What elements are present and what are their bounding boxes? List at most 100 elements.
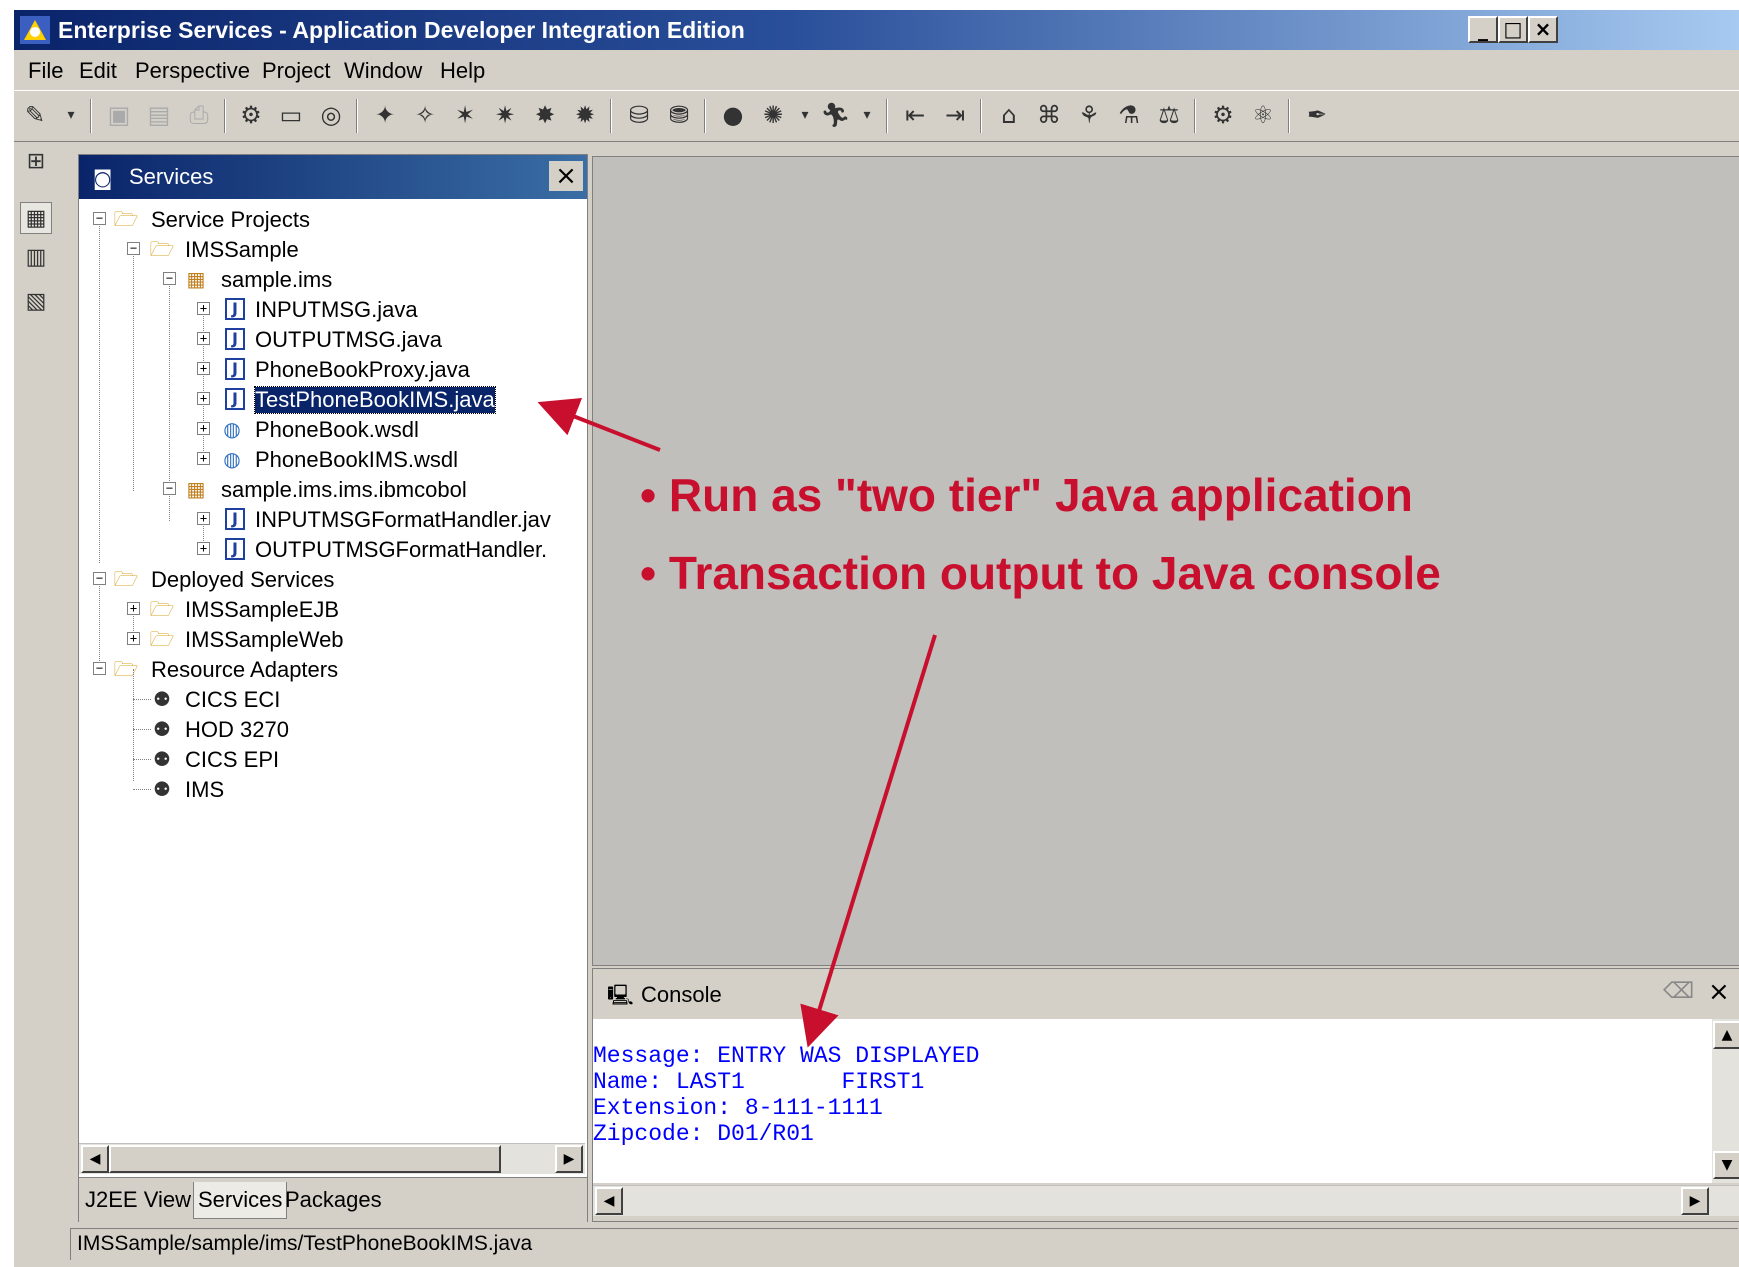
next-icon[interactable]: ⇥ [940,100,970,130]
tree-node-adapter[interactable]: ⚉ CICS EPI [79,745,579,775]
close-button[interactable]: × [1528,16,1558,43]
pen-icon[interactable]: ✒ [1302,100,1332,130]
console-horizontal-scrollbar[interactable]: ◀ ▶ [593,1185,1739,1216]
wizard2-icon[interactable]: ✧ [410,100,440,130]
new-dropdown-icon[interactable]: ▾ [56,100,86,130]
tree-node-adapter[interactable]: ⚉ CICS ECI [79,685,579,715]
console-vertical-scrollbar[interactable]: ▲ ▼ [1712,1019,1739,1183]
tool3-icon[interactable]: ⚘ [1074,100,1104,130]
expand-icon[interactable]: + [197,362,210,375]
console-output[interactable]: Message: ENTRY WAS DISPLAYED Name: LAST1… [593,1019,1712,1183]
tree-node-package-ibmcobol[interactable]: − ▦ sample.ims.ims.ibmcobol [79,475,579,505]
scroll-up-icon[interactable]: ▲ [1713,1021,1739,1049]
j2ee-perspective-icon[interactable]: ▥ [20,242,52,274]
collapse-icon[interactable]: − [163,272,176,285]
tree-node-file[interactable]: + J PhoneBookProxy.java [79,355,579,385]
expand-icon[interactable]: + [197,512,210,525]
run-dropdown-icon[interactable]: ▾ [852,100,882,130]
tree-node-deployed-services[interactable]: − 🗁︎ Deployed Services [79,565,579,595]
open-editor-icon[interactable]: ▭ [276,100,306,130]
expand-icon[interactable]: + [127,632,140,645]
expand-icon[interactable]: + [197,452,210,465]
scroll-right-icon[interactable]: ▶ [1681,1187,1709,1215]
clear-console-icon[interactable]: ⌫ [1663,979,1694,1004]
debug-dropdown-icon[interactable]: ▾ [790,100,820,130]
debug-icon[interactable]: ✺ [758,100,788,130]
run-icon[interactable]: 🏃︎ [820,100,850,130]
server-icon[interactable]: ● [718,100,748,130]
tool1-icon[interactable]: ⌂ [994,100,1024,130]
tool4-icon[interactable]: ⚗ [1114,100,1144,130]
tool6-icon[interactable]: ⚙ [1208,100,1238,130]
tree-horizontal-scrollbar[interactable]: ◀ ▶ [79,1143,585,1174]
expand-icon[interactable]: + [197,332,210,345]
scroll-right-icon[interactable]: ▶ [555,1145,583,1173]
minimize-button[interactable]: _ [1468,16,1498,43]
tool2-icon[interactable]: ⌘ [1034,100,1064,130]
tab-j2ee-view[interactable]: J2EE View [81,1182,195,1218]
menu-project[interactable]: Project [262,58,330,84]
collapse-icon[interactable]: − [93,212,106,225]
tool5-icon[interactable]: ⚖ [1154,100,1184,130]
tab-packages[interactable]: Packages [281,1182,386,1218]
deploy-icon[interactable]: ⛁ [624,100,654,130]
collapse-icon[interactable]: − [93,572,106,585]
title-bar[interactable]: Enterprise Services - Application Develo… [14,10,1739,50]
tab-services[interactable]: Services [193,1182,288,1219]
menu-help[interactable]: Help [440,58,485,84]
tree-node-adapter[interactable]: ⚉ HOD 3270 [79,715,579,745]
menu-window[interactable]: Window [344,58,422,84]
menu-perspective[interactable]: Perspective [135,58,250,84]
new-wizard-icon[interactable]: ✎ [20,100,50,130]
wizard5-icon[interactable]: ✸ [530,100,560,130]
tree-node-adapter[interactable]: ⚉ IMS [79,775,579,805]
tree-node-deployed[interactable]: + 🗁︎ IMSSampleEJB [79,595,579,625]
open-type-icon[interactable]: ⚙ [236,100,266,130]
collapse-icon[interactable]: − [127,242,140,255]
tree-node-resource-adapters[interactable]: − 🗁︎ Resource Adapters [79,655,579,685]
collapse-icon[interactable]: − [163,482,176,495]
scroll-left-icon[interactable]: ◀ [595,1187,623,1215]
services-close-button[interactable]: × [549,161,583,191]
tree-node-file-selected[interactable]: + J TestPhoneBookIMS.java [79,385,579,415]
tree-node-deployed[interactable]: + 🗁︎ IMSSampleWeb [79,625,579,655]
maximize-button[interactable]: □ [1498,16,1528,43]
tree-node-file[interactable]: + J INPUTMSGFormatHandler.jav [79,505,585,535]
wizard1-icon[interactable]: ✦ [370,100,400,130]
console-close-button[interactable]: × [1708,977,1730,1007]
generate-icon[interactable]: ⛃ [664,100,694,130]
debug-perspective-icon[interactable]: ▧ [20,286,52,318]
wizard6-icon[interactable]: ✹ [570,100,600,130]
tree-node-imssample[interactable]: − 🗁︎ IMSSample [79,235,579,265]
open-perspective-icon[interactable]: ⊞ [20,146,52,178]
tree-node-file[interactable]: + ◍ PhoneBookIMS.wsdl [79,445,579,475]
search-icon[interactable]: ◎ [316,100,346,130]
scroll-left-icon[interactable]: ◀ [81,1145,109,1173]
services-perspective-icon[interactable]: ▦ [20,202,52,234]
scroll-down-icon[interactable]: ▼ [1713,1151,1739,1179]
tree-node-file[interactable]: + J OUTPUTMSGFormatHandler. [79,535,585,565]
menu-file[interactable]: File [28,58,63,84]
menu-edit[interactable]: Edit [79,58,117,84]
tree-node-service-projects[interactable]: − 🗁︎ Service Projects [79,205,579,235]
tree-node-file[interactable]: + ◍ PhoneBook.wsdl [79,415,579,445]
wizard3-icon[interactable]: ✶ [450,100,480,130]
expand-icon[interactable]: + [197,542,210,555]
annotation-bullet-two-tier: • Run as "two tier" Java application [640,469,1413,521]
services-view: ◙ Services × − 🗁︎ Service Projects − 🗁︎ [78,154,588,1222]
prev-icon[interactable]: ⇤ [900,100,930,130]
print-icon[interactable]: ⎙ [184,100,214,130]
collapse-icon[interactable]: − [93,662,106,675]
tree-node-file[interactable]: + J INPUTMSG.java [79,295,579,325]
tree-node-file[interactable]: + J OUTPUTMSG.java [79,325,579,355]
expand-icon[interactable]: + [197,422,210,435]
tree-node-package-sample-ims[interactable]: − ▦ sample.ims [79,265,579,295]
expand-icon[interactable]: + [197,302,210,315]
save-icon[interactable]: ▣ [104,100,134,130]
expand-icon[interactable]: + [127,602,140,615]
expand-icon[interactable]: + [197,392,210,405]
scroll-thumb[interactable] [109,1145,501,1173]
tool7-icon[interactable]: ⚛ [1248,100,1278,130]
wizard4-icon[interactable]: ✷ [490,100,520,130]
save-all-icon[interactable]: ▤ [144,100,174,130]
